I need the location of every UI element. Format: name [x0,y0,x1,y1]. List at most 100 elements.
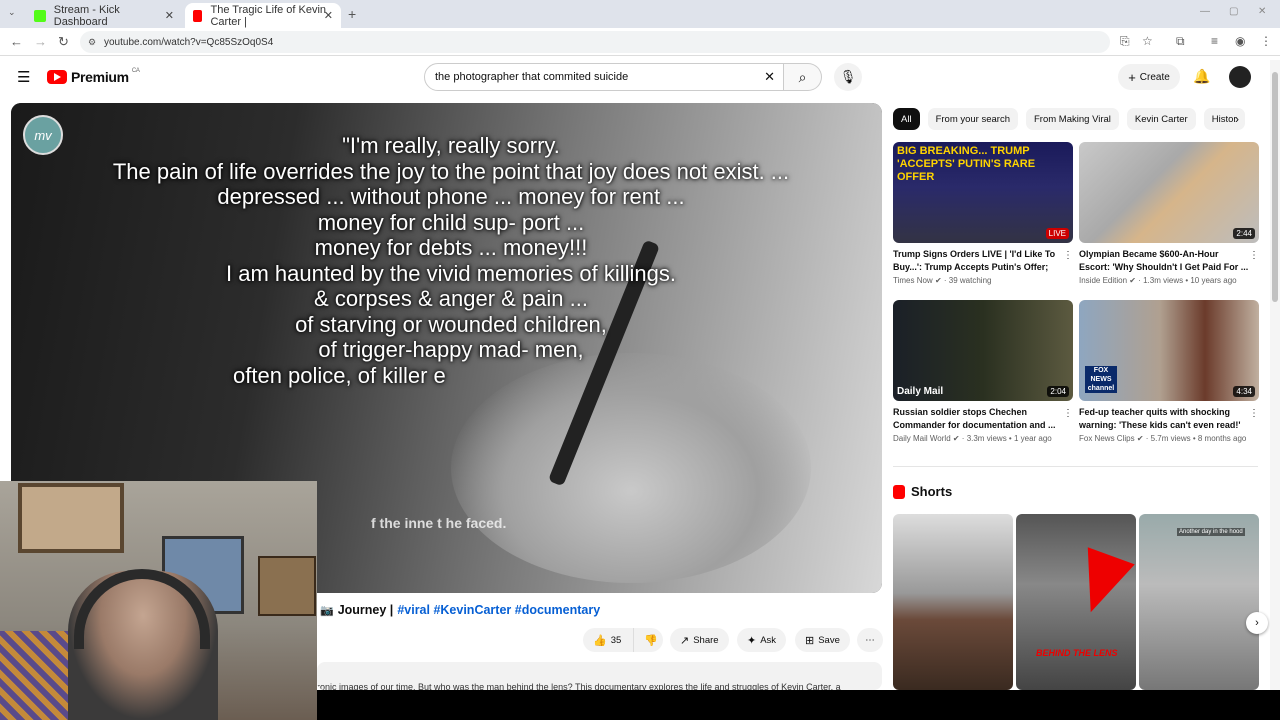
menu-icon[interactable]: ☰ [17,68,30,86]
microphone-icon: 🎙 [839,69,857,84]
youtube-favicon-icon [193,9,203,22]
chip-from-making-viral[interactable]: From Making Viral [1026,108,1119,130]
dislike-button[interactable]: 👎 [633,628,663,652]
like-button[interactable]: 👍 35 [583,628,633,652]
bookmark-star-icon[interactable]: ☆ [1142,34,1153,48]
url-text: youtube.com/watch?v=Qc85SzOq0S4 [104,36,274,48]
card-channel[interactable]: Inside Edition [1079,276,1127,285]
shorts-heading: Shorts [893,484,952,499]
quote-line: I am haunted by the vivid memories of ki… [226,260,676,286]
profile-icon[interactable]: ◉ [1235,34,1245,48]
browser-tab-kick[interactable]: Stream - Kick Dashboard ✕ [26,3,182,28]
wall-painting [258,556,316,616]
page-scrollbar[interactable] [1270,60,1280,690]
card-title: Fed-up teacher quits with shocking warni… [1079,407,1241,430]
more-actions-button[interactable]: ⋯ [857,628,883,652]
card-meta: 5.7m views • 8 months ago [1150,434,1247,443]
address-bar[interactable]: ⚙ youtube.com/watch?v=Qc85SzOq0S4 [80,31,1110,53]
video-title: 📷 Journey | #viral #KevinCarter #documen… [320,603,600,617]
chip-all[interactable]: All [893,108,920,130]
video-thumbnail: BIG BREAKING... TRUMP 'ACCEPTS' PUTIN'S … [893,142,1073,243]
browser-tab-youtube[interactable]: The Tragic Life of Kevin Carter | ✕ [185,3,341,28]
quote-line: The pain of life overrides the joy to th… [112,158,790,184]
voice-search-button[interactable]: 🎙 [834,63,862,91]
more-vertical-icon[interactable]: ⋮ [1249,408,1259,419]
camera-icon: 📷 [320,604,334,617]
brand-label: Premium [71,69,129,85]
thumbnail-text: BIG BREAKING... TRUMP 'ACCEPTS' PUTIN'S … [897,145,1036,183]
recommendation-card[interactable]: BIG BREAKING... TRUMP 'ACCEPTS' PUTIN'S … [893,142,1073,285]
create-label: Create [1139,71,1170,83]
minimize-icon[interactable]: — [1200,6,1210,17]
chevron-right-icon[interactable]: › [1235,112,1239,126]
share-label: Share [693,634,719,646]
video-description[interactable]: ronic images of our time. But who was th… [317,662,882,690]
region-label: CA [131,68,140,74]
tab-title: The Tragic Life of Kevin Carter | [210,3,327,28]
media-icon[interactable]: ≡ [1211,34,1218,48]
forward-icon[interactable]: → [34,34,47,49]
extensions-icon[interactable]: ⧉ [1176,34,1185,49]
search-input[interactable]: the photographer that commited suicide ✕ [424,63,784,91]
browser-menu-icon[interactable]: ⋮ [1260,34,1272,48]
youtube-play-icon [47,70,67,84]
chip-from-search[interactable]: From your search [927,108,1018,130]
close-icon[interactable]: ✕ [324,9,333,22]
youtube-logo[interactable]: Premium CA [47,68,140,85]
avatar[interactable] [1229,66,1251,88]
quote-line: money for debts ... money!!! [314,235,588,260]
back-icon[interactable]: ← [10,34,23,49]
short-card[interactable]: Another day in the hood [1139,514,1259,690]
clear-search-icon[interactable]: ✕ [764,69,775,85]
window-close-icon[interactable]: ✕ [1258,6,1266,17]
verified-icon: ✔ [1129,276,1136,285]
share-button[interactable]: ↗ Share [670,628,729,652]
reload-icon[interactable]: ↻ [58,34,69,50]
card-channel[interactable]: Daily Mail World [893,434,951,443]
divider [893,466,1258,467]
video-hashtags[interactable]: #viral #KevinCarter #documentary [397,603,600,617]
quote-line: depressed ... without phone ... money fo… [217,184,685,209]
description-text: ronic images of our time. But who was th… [317,682,841,690]
chip-kevin-carter[interactable]: Kevin Carter [1126,108,1196,130]
more-vertical-icon[interactable]: ⋮ [1063,408,1073,419]
close-icon[interactable]: ✕ [165,9,174,22]
quote-line: money for child sup- port ... [317,209,585,235]
card-meta: 39 watching [948,276,992,285]
site-info-icon[interactable]: ⚙ [88,37,96,48]
video-thumbnail: FOX NEWS channel 4:34 [1079,300,1259,401]
recommendation-card[interactable]: Daily Mail 2:04 Russian soldier stops Ch… [893,300,1073,443]
card-title: Russian soldier stops Chechen Commander … [893,407,1056,430]
red-arrow-icon [1067,547,1135,621]
tab-title: Stream - Kick Dashboard [53,3,120,28]
recommendation-card[interactable]: FOX NEWS channel 4:34 Fed-up teacher qui… [1079,300,1259,443]
short-card[interactable]: BEHIND THE LENS [1016,514,1136,690]
create-button[interactable]: + Create [1118,64,1180,90]
more-vertical-icon[interactable]: ⋮ [1249,250,1259,261]
save-label: Save [818,634,840,646]
more-vertical-icon[interactable]: ⋮ [1063,250,1073,261]
video-subtitle: f the inne t he faced. [371,515,507,531]
ask-button[interactable]: ✦ Ask [737,628,787,652]
maximize-icon[interactable]: ▢ [1229,6,1238,17]
verified-icon: ✔ [1136,434,1144,443]
card-title: Trump Signs Orders LIVE | 'I'd Like To B… [893,249,1056,272]
new-tab-button[interactable]: + [348,6,356,22]
notifications-bell-icon[interactable]: 🔔 [1193,68,1210,85]
install-app-icon[interactable]: ⎘ [1120,34,1130,49]
quote-line: "I'm really, really sorry. [342,133,560,158]
tab-list-icon[interactable]: ⌄ [8,7,16,18]
save-button[interactable]: ⊞ Save [795,628,850,652]
scrollbar-thumb[interactable] [1272,72,1278,302]
card-meta: 1.3m views • 10 years ago [1143,276,1237,285]
short-card[interactable] [893,514,1013,690]
filter-chips: All From your search From Making Viral K… [893,108,1245,130]
search-button[interactable]: ⌕ [784,63,822,91]
shorts-next-button[interactable]: › [1246,612,1268,634]
chevron-right-icon: › [1255,617,1259,629]
quote-line: of starving or wounded children, [295,311,607,337]
recommendation-card[interactable]: 2:44 Olympian Became $600-An-Hour Escort… [1079,142,1259,285]
card-channel[interactable]: Fox News Clips [1079,434,1135,443]
share-icon: ↗ [680,634,690,647]
card-channel[interactable]: Times Now [893,276,933,285]
